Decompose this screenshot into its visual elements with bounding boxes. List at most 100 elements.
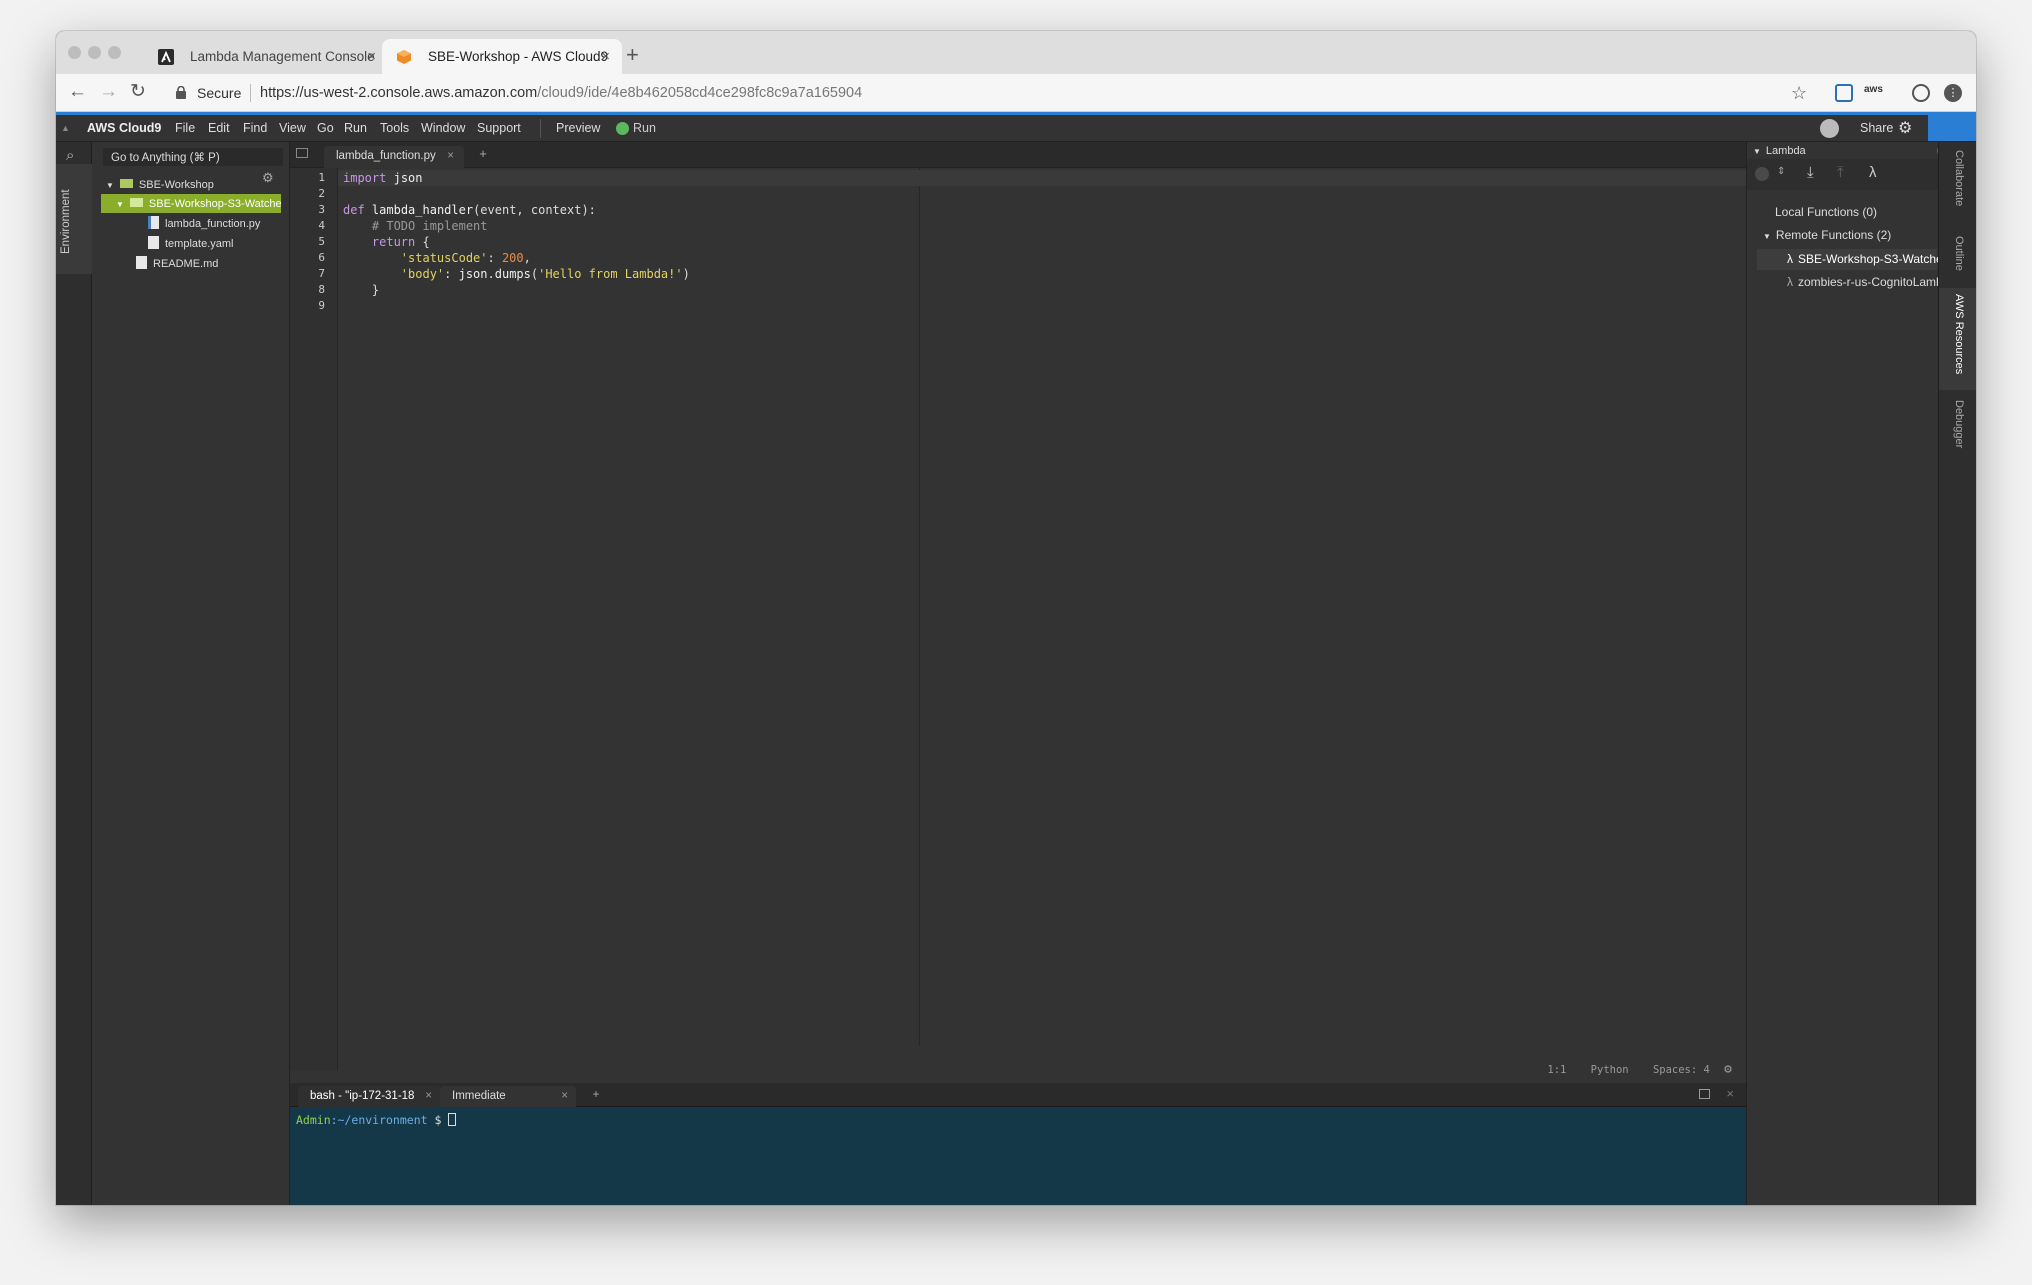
tree-item-lambda-function[interactable]: lambda_function.py — [148, 216, 260, 232]
code-line: return { — [371, 235, 430, 249]
code-area[interactable]: import json def lambda_handler(event, co… — [338, 168, 1746, 1083]
browser-tab-cloud9[interactable]: SBE-Workshop - AWS Cloud9 × — [382, 39, 622, 74]
new-editor-tab-button[interactable]: + — [470, 146, 496, 165]
create-lambda-icon[interactable]: λ — [1869, 164, 1877, 181]
menu-find[interactable]: Find — [243, 121, 267, 135]
run-button[interactable]: Run — [633, 121, 656, 135]
profile-icon[interactable] — [1912, 84, 1930, 102]
lambda-toolbar: ⇕ ⤓ ⤒ λ ↻ — [1747, 159, 1976, 190]
sort-icon[interactable]: ⇕ — [1777, 166, 1785, 177]
tab-debugger[interactable]: Debugger — [1953, 400, 1965, 448]
upload-icon[interactable]: ⤒ — [1837, 164, 1844, 181]
share-button[interactable]: Share — [1860, 121, 1893, 135]
url-divider — [250, 84, 251, 102]
function-item[interactable]: λ SBE-Workshop-S3-Watcher — [1787, 252, 1947, 266]
menu-support[interactable]: Support — [477, 121, 521, 135]
tree-item-template-yaml[interactable]: template.yaml — [148, 236, 233, 252]
secure-label: Secure — [197, 85, 242, 101]
chevron-down-icon: ▼ — [1753, 147, 1761, 156]
right-panel-strip: Collaborate Outline AWS Resources Debugg… — [1938, 142, 1976, 1205]
user-avatar[interactable] — [1820, 119, 1839, 138]
prompt-path: :~/environment — [330, 1113, 428, 1127]
new-tab-button[interactable]: + — [626, 42, 639, 68]
lock-icon — [176, 86, 186, 99]
cursor-position[interactable]: 1:1 — [1547, 1064, 1566, 1076]
lambda-section-header[interactable]: ▼ Lambda — [1753, 145, 1806, 157]
download-icon[interactable]: ⤓ — [1807, 164, 1814, 181]
menu-edit[interactable]: Edit — [208, 121, 230, 135]
forward-arrow-icon[interactable]: → — [99, 80, 118, 104]
terminal-tab-label: bash - "ip-172-31-18 — [310, 1090, 415, 1102]
tab-outline[interactable]: Outline — [1953, 236, 1965, 271]
menu-window[interactable]: Window — [421, 121, 465, 135]
close-tab-icon[interactable]: × — [425, 1090, 432, 1102]
file-icon — [136, 256, 147, 269]
zoom-window-button[interactable] — [108, 46, 121, 59]
terminal-prompt[interactable]: Admin:~/environment $ — [296, 1113, 457, 1127]
back-arrow-icon[interactable]: ← — [68, 80, 87, 104]
close-window-button[interactable] — [68, 46, 81, 59]
bookmark-star-icon[interactable]: ☆ — [1791, 81, 1807, 105]
status-gear-icon[interactable]: ⚙ — [1724, 1062, 1732, 1077]
terminal-tab-bash[interactable]: bash - "ip-172-31-18 × — [298, 1086, 440, 1107]
address-bar[interactable]: https://us-west-2.console.aws.amazon.com… — [260, 83, 862, 103]
menu-view[interactable]: View — [279, 121, 306, 135]
code-line: 'statusCode': 200, — [400, 251, 531, 265]
close-tab-icon[interactable]: × — [367, 39, 376, 74]
indent-setting[interactable]: Spaces: 4 — [1653, 1064, 1710, 1076]
tree-item-readme[interactable]: README.md — [136, 256, 218, 272]
tree-settings-gear-icon[interactable]: ⚙ — [262, 170, 274, 186]
close-pane-icon[interactable]: × — [1726, 1086, 1734, 1101]
tree-item-s3-watcher[interactable]: ▼ SBE-Workshop-S3-Watche — [116, 196, 282, 213]
environment-tab[interactable]: Environment — [56, 164, 92, 274]
go-to-anything-input[interactable]: Go to Anything (⌘ P) — [103, 148, 283, 166]
minimize-window-button[interactable] — [88, 46, 101, 59]
remote-functions-node[interactable]: ▼ Remote Functions (2) — [1763, 228, 1891, 242]
local-functions-node[interactable]: Local Functions (0) — [1775, 205, 1877, 219]
amazon-extension-icon[interactable]: aws — [1864, 84, 1883, 95]
tab-aws-resources[interactable]: AWS Resources — [1953, 294, 1965, 374]
reload-icon[interactable]: ↻ — [130, 80, 146, 104]
run-play-icon[interactable] — [616, 122, 629, 135]
code-line: def lambda_handler(event, context): — [343, 203, 596, 217]
ide-brand-menu[interactable]: AWS Cloud9 — [87, 121, 161, 135]
line-number: 6 — [318, 251, 325, 264]
extension-icon[interactable] — [1835, 84, 1853, 102]
close-tab-icon[interactable]: × — [447, 150, 454, 162]
preview-button[interactable]: Preview — [556, 121, 600, 135]
run-function-icon[interactable] — [1755, 167, 1769, 181]
close-tab-icon[interactable]: × — [601, 39, 610, 74]
collapse-up-icon[interactable]: ▲ — [61, 123, 70, 133]
terminal-tab-label: Immediate — [452, 1090, 506, 1102]
tab-list-icon[interactable] — [296, 148, 308, 158]
close-tab-icon[interactable]: × — [561, 1090, 568, 1102]
search-icon[interactable]: ⌕ — [66, 147, 74, 164]
environment-tab-label: Environment — [60, 189, 72, 254]
line-number-gutter: 1 2 3 4 5 6 7 8 9 — [290, 168, 338, 1071]
terminal-tab-immediate[interactable]: Immediate × — [440, 1086, 576, 1107]
line-number: 1 — [318, 171, 325, 184]
tab-title: Lambda Management Console — [190, 49, 375, 64]
menu-tools[interactable]: Tools — [380, 121, 409, 135]
tree-item-sbe-workshop[interactable]: ▼ SBE-Workshop — [106, 177, 214, 194]
code-line: } — [343, 283, 380, 297]
editor-status-bar: 1:1 Python Spaces: 4 ⚙ — [1547, 1062, 1732, 1077]
menu-icon[interactable]: ⋮ — [1944, 84, 1962, 102]
lambda-icon: λ — [1787, 275, 1793, 289]
line-number: 7 — [318, 267, 325, 280]
menu-run[interactable]: Run — [344, 121, 367, 135]
line-number: 2 — [318, 187, 325, 200]
code-line: 'body': json.dumps('Hello from Lambda!') — [400, 267, 690, 281]
editor-tab-lambda-function[interactable]: lambda_function.py × — [324, 146, 464, 168]
menu-divider — [540, 119, 541, 138]
terminal-cursor — [448, 1113, 457, 1126]
maximize-icon[interactable] — [1699, 1089, 1710, 1099]
preferences-gear-icon[interactable]: ⚙ — [1898, 118, 1912, 138]
menu-go[interactable]: Go — [317, 121, 334, 135]
language-mode[interactable]: Python — [1591, 1064, 1629, 1076]
new-terminal-tab-button[interactable]: + — [582, 1086, 610, 1107]
browser-tab-lambda-console[interactable]: Lambda Management Console × — [144, 39, 388, 74]
tree-item-label: template.yaml — [165, 238, 234, 250]
tab-collaborate[interactable]: Collaborate — [1953, 150, 1965, 206]
menu-file[interactable]: File — [175, 121, 195, 135]
